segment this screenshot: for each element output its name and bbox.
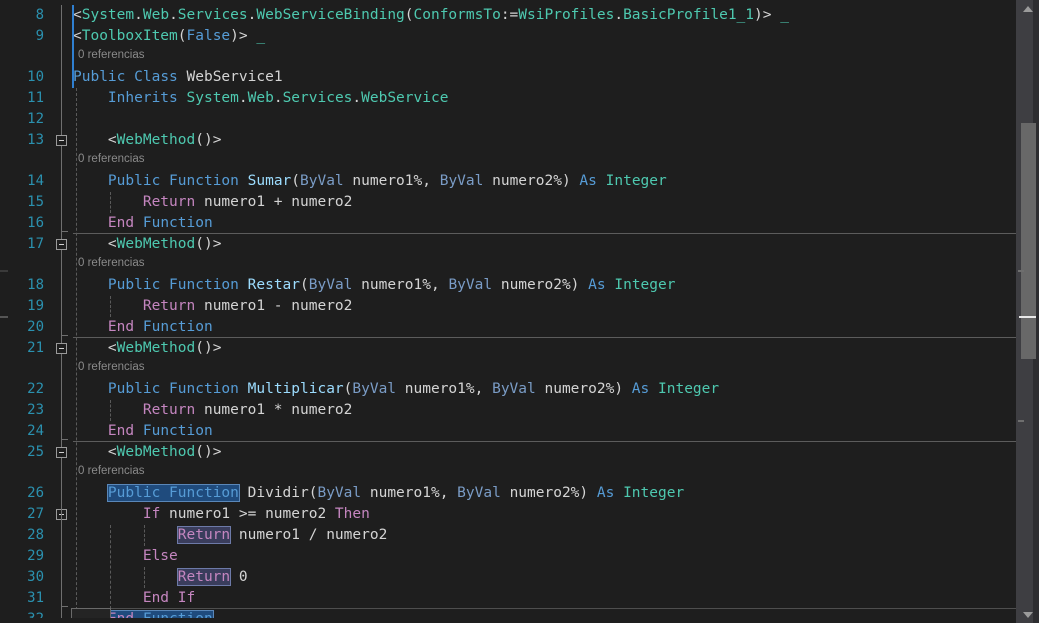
scrollbar-change-marker	[1018, 270, 1024, 272]
line-number: 8	[35, 7, 44, 23]
code-line[interactable]: Return numero1 - numero2	[73, 296, 353, 317]
code-line[interactable]: <WebMethod()>	[73, 130, 222, 151]
code-line[interactable]: <ToolboxItem(False)> _	[73, 26, 265, 47]
line-number: 10	[27, 69, 44, 85]
scroll-up-arrow-icon[interactable]	[1016, 0, 1039, 17]
line-number-gutter: 8 9 10 11 12 13 14 15 16 17 18 19 20 21 22 23 24 25 26 27 28…	[0, 0, 56, 623]
line-number: 24	[27, 423, 44, 439]
line-number: 17	[27, 236, 44, 252]
code-line[interactable]: Inherits System.Web.Services.WebService	[73, 88, 449, 109]
selected-text: Return	[177, 569, 231, 585]
code-line[interactable]: <WebMethod()>	[73, 338, 222, 359]
codelens-references[interactable]: 0 referencias	[78, 463, 144, 479]
line-number: 19	[27, 298, 44, 314]
code-line[interactable]: Return 0	[73, 567, 248, 588]
line-number: 29	[27, 548, 44, 564]
code-line[interactable]: End Function	[73, 213, 213, 234]
indent-guide	[144, 567, 145, 588]
editor-bottom-sliver	[0, 618, 1016, 623]
code-line[interactable]: Public Function Sumar(ByVal numero1%, By…	[73, 171, 667, 192]
outlining-bracket	[61, 133, 62, 232]
collapse-toggle-icon[interactable]	[56, 239, 67, 250]
scroll-down-arrow-icon[interactable]	[1016, 606, 1039, 623]
outlining-bracket-foot	[61, 231, 68, 232]
method-separator	[73, 441, 1016, 442]
code-line[interactable]: End Function	[73, 421, 213, 442]
code-editor[interactable]: 8 9 10 11 12 13 14 15 16 17 18 19 20 21 22 23 24 25 26 27 28…	[0, 0, 1039, 623]
left-edge-tick	[0, 316, 8, 318]
code-line[interactable]: Public Class WebService1	[73, 67, 283, 88]
line-number: 23	[27, 402, 44, 418]
code-line[interactable]: <WebMethod()>	[73, 234, 222, 255]
codelens-references[interactable]: 0 referencias	[78, 47, 144, 63]
line-number: 20	[27, 319, 44, 335]
line-number: 28	[27, 527, 44, 543]
code-line[interactable]: <WebMethod()>	[73, 442, 222, 463]
code-line[interactable]: <System.Web.Services.WebServiceBinding(C…	[73, 5, 789, 26]
collapse-toggle-icon[interactable]	[56, 343, 67, 354]
scrollbar-change-marker	[1018, 420, 1024, 422]
line-number: 25	[27, 444, 44, 460]
collapse-toggle-icon[interactable]	[56, 447, 67, 458]
collapse-toggle-icon[interactable]	[56, 135, 67, 146]
code-line[interactable]: Public Function Dividir(ByVal numero1%, …	[73, 483, 684, 504]
line-number: 11	[27, 90, 44, 106]
code-line[interactable]: Return numero1 / numero2	[73, 525, 387, 546]
indent-guide	[110, 400, 111, 421]
indent-guide	[110, 296, 111, 317]
code-text-area[interactable]: 0 referencias 0 referencias 0 referencias 0…	[71, 0, 1016, 623]
code-line[interactable]: Public Function Multiplicar(ByVal numero…	[73, 379, 719, 400]
outlining-bracket-foot	[61, 606, 68, 607]
outlining-bracket	[61, 507, 62, 607]
line-number: 14	[27, 173, 44, 189]
codelens-references[interactable]: 0 referencias	[78, 255, 144, 271]
outlining-bracket	[61, 237, 62, 336]
scrollbar-caret-marker	[1019, 316, 1036, 318]
code-line[interactable]: Else	[73, 546, 178, 567]
outlining-margin[interactable]	[56, 0, 73, 623]
selected-text: Public Function	[107, 485, 239, 501]
line-number: 16	[27, 215, 44, 231]
code-line[interactable]: Public Function Restar(ByVal numero1%, B…	[73, 275, 676, 296]
line-number: 30	[27, 569, 44, 585]
code-line[interactable]: End Function	[73, 317, 213, 338]
code-line[interactable]: End If	[73, 588, 195, 609]
line-number: 9	[35, 28, 44, 44]
line-number: 26	[27, 485, 44, 501]
indent-guide	[76, 88, 77, 623]
outlining-bracket-foot	[61, 439, 68, 440]
scrollbar-thumb[interactable]	[1021, 123, 1036, 359]
line-number: 31	[27, 590, 44, 606]
code-line[interactable]: Return numero1 + numero2	[73, 192, 353, 213]
line-number: 18	[27, 277, 44, 293]
method-separator	[73, 233, 1016, 234]
outlining-bracket	[61, 341, 62, 440]
line-number: 21	[27, 340, 44, 356]
line-number: 13	[27, 132, 44, 148]
method-separator	[73, 608, 1016, 609]
codelens-references[interactable]: 0 referencias	[78, 151, 144, 167]
line-number: 22	[27, 381, 44, 397]
code-line[interactable]: If numero1 >= numero2 Then	[73, 504, 370, 525]
line-number: 12	[27, 111, 44, 127]
changed-line-marker	[72, 5, 74, 88]
indent-guide	[110, 525, 111, 609]
indent-guide	[110, 192, 111, 213]
codelens-references[interactable]: 0 referencias	[78, 359, 144, 375]
code-line[interactable]: Return numero1 * numero2	[73, 400, 353, 421]
line-number: 27	[27, 506, 44, 522]
outlining-bracket-foot	[61, 335, 68, 336]
indent-guide	[144, 525, 145, 546]
left-edge-tick	[0, 270, 8, 272]
line-number: 15	[27, 194, 44, 210]
vertical-scrollbar[interactable]	[1016, 0, 1039, 623]
method-separator	[73, 337, 1016, 338]
selected-text: Return	[177, 527, 231, 543]
